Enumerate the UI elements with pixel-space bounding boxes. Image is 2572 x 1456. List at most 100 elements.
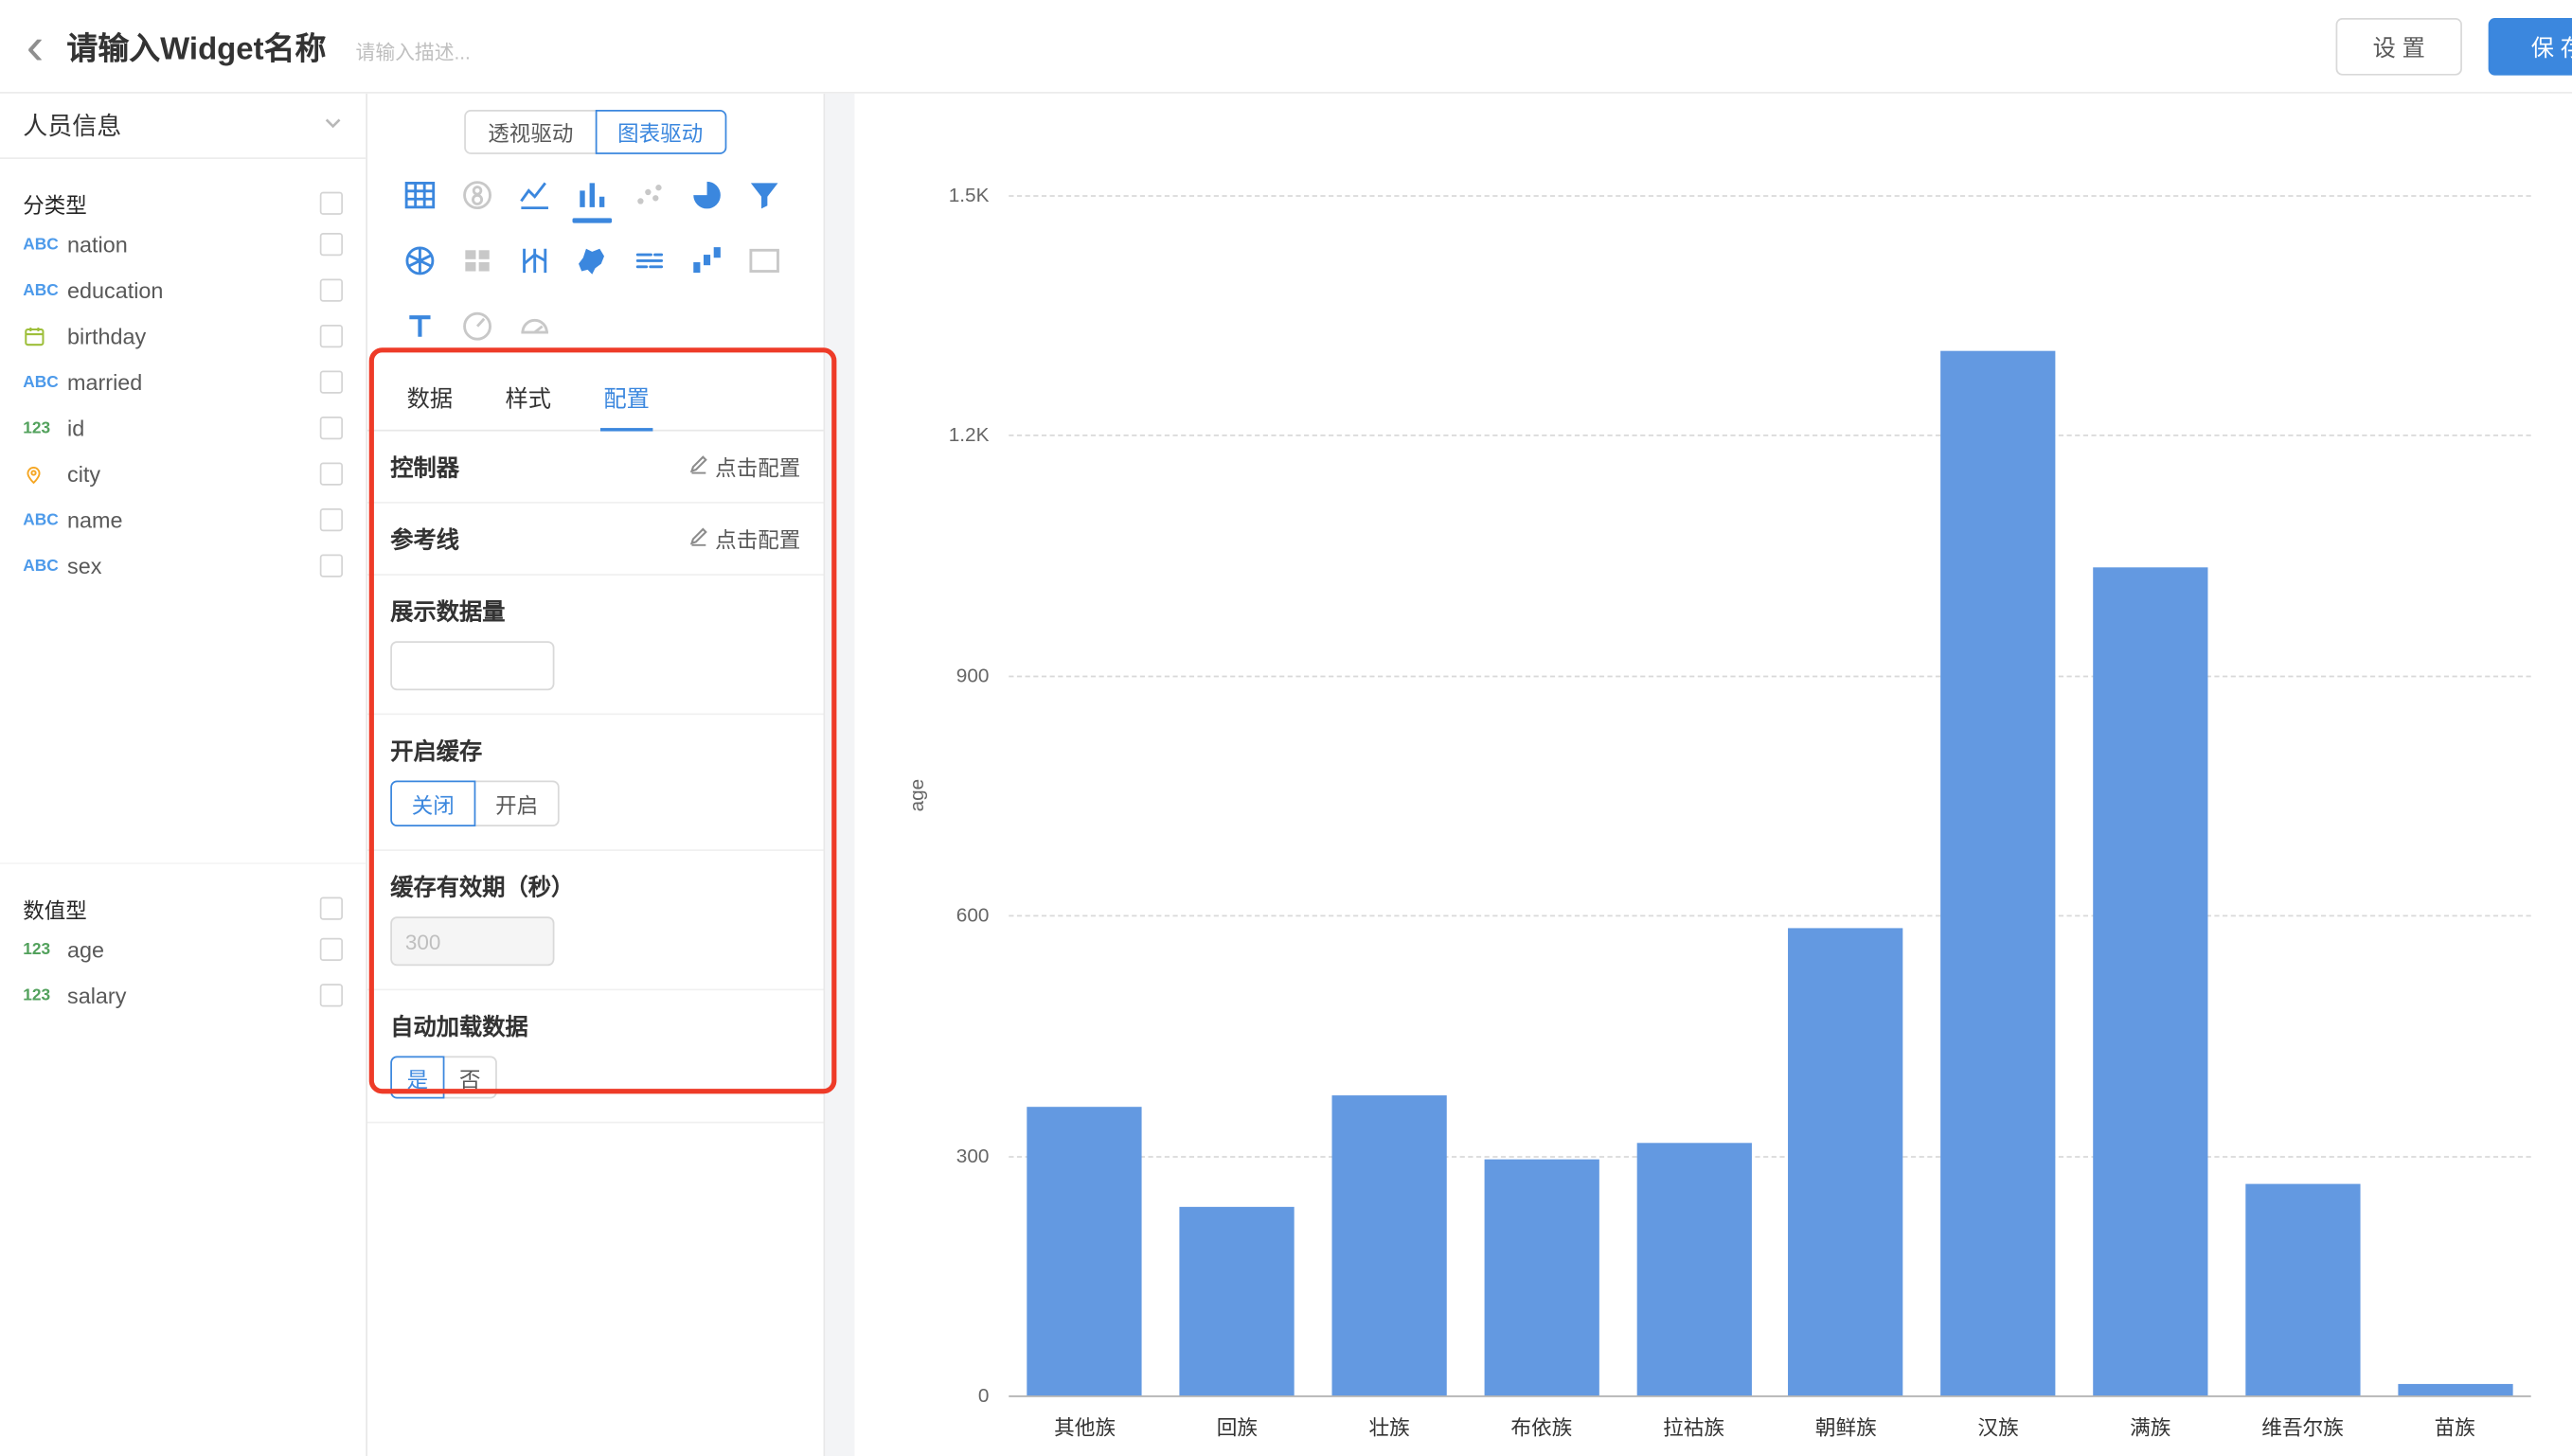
- scatter-chart-icon[interactable]: [630, 174, 670, 217]
- cache-label: 开启缓存: [390, 735, 800, 768]
- autoload-yes-button[interactable]: 是: [390, 1056, 444, 1098]
- field-id[interactable]: 123id: [0, 405, 366, 451]
- china-map-icon[interactable]: [573, 240, 613, 282]
- back-icon[interactable]: ‹: [27, 20, 44, 72]
- waterfall-chart-icon[interactable]: [688, 240, 727, 282]
- string-type-badge: ABC: [23, 373, 67, 391]
- display-count-section: 展示数据量: [367, 576, 824, 715]
- reference-line-row: 参考线 点击配置: [367, 504, 824, 576]
- bar: [1180, 1207, 1295, 1395]
- y-axis-tick-label: 300: [867, 1144, 989, 1166]
- y-axis-tick-label: 900: [867, 664, 989, 686]
- field-checkbox[interactable]: [320, 278, 343, 301]
- radar-chart-icon[interactable]: [401, 240, 440, 282]
- pivot-driven-toggle[interactable]: 透视驱动: [465, 110, 597, 154]
- parallel-chart-icon[interactable]: [515, 240, 555, 282]
- field-name[interactable]: ABCname: [0, 497, 366, 542]
- field-checkbox[interactable]: [320, 984, 343, 1006]
- field-group-label: 分类型: [23, 187, 87, 219]
- y-axis-tick-label: 1.5K: [867, 184, 989, 206]
- tab-config[interactable]: 配置: [578, 367, 676, 430]
- controller-configure-link[interactable]: 点击配置: [688, 451, 800, 482]
- field-age[interactable]: 123age: [0, 927, 366, 972]
- field-nation[interactable]: ABCnation: [0, 222, 366, 267]
- field-salary[interactable]: 123salary: [0, 972, 366, 1019]
- controller-configure-text: 点击配置: [715, 451, 800, 482]
- bar: [1484, 1160, 1599, 1395]
- x-axis-category-label: 壮族: [1313, 1411, 1466, 1442]
- field-checkbox[interactable]: [320, 938, 343, 961]
- line-chart-icon[interactable]: [515, 174, 555, 217]
- pie-chart-icon[interactable]: [688, 174, 727, 217]
- gauge-icon[interactable]: [457, 305, 497, 347]
- field-sex[interactable]: ABCsex: [0, 542, 366, 588]
- display-count-label: 展示数据量: [390, 595, 800, 629]
- field-checkbox[interactable]: [320, 370, 343, 393]
- string-type-badge: ABC: [23, 557, 67, 575]
- save-button[interactable]: 保 存: [2489, 18, 2572, 76]
- field-name: birthday: [67, 324, 320, 348]
- blocks-grid-icon[interactable]: [457, 240, 497, 282]
- cache-on-button[interactable]: 开启: [474, 780, 560, 826]
- x-axis-category-label: 汉族: [1922, 1411, 2075, 1442]
- speedometer-icon[interactable]: [515, 305, 555, 347]
- chart-driven-toggle[interactable]: 图表驱动: [595, 110, 726, 154]
- field-name: city: [67, 462, 320, 487]
- controller-label: 控制器: [390, 450, 459, 483]
- bar: [2398, 1383, 2512, 1395]
- field-city[interactable]: city: [0, 451, 366, 496]
- x-axis-category-label: 回族: [1161, 1411, 1313, 1442]
- tab-style[interactable]: 样式: [479, 367, 578, 430]
- field-married[interactable]: ABCmarried: [0, 359, 366, 404]
- reference-line-label: 参考线: [390, 523, 459, 556]
- field-checkbox[interactable]: [320, 554, 343, 577]
- field-name: name: [67, 507, 320, 532]
- sidebar-groups: 分类型ABCnationABCeducationbirthdayABCmarri…: [0, 186, 366, 1019]
- tab-data[interactable]: 数据: [381, 367, 479, 430]
- field-group-header: 数值型: [0, 891, 366, 927]
- gridline: [1009, 195, 2530, 197]
- edit-icon: [688, 526, 708, 551]
- bar: [1789, 928, 1903, 1395]
- wordcloud-icon[interactable]: [630, 240, 670, 282]
- field-education[interactable]: ABCeducation: [0, 267, 366, 312]
- field-name: sex: [67, 554, 320, 578]
- reference-line-configure-link[interactable]: 点击配置: [688, 524, 800, 555]
- bar: [2093, 567, 2207, 1395]
- chart-config-panel: 透视驱动图表驱动 数据样式配置 控制器 点击配置 参考线 点击: [367, 94, 825, 1456]
- field-group: 数值型123age123salary: [0, 862, 366, 1019]
- gridline: [1009, 1155, 2530, 1157]
- field-checkbox[interactable]: [320, 508, 343, 531]
- display-count-input[interactable]: [390, 641, 554, 690]
- widget-description-input[interactable]: 请输入描述...: [356, 27, 471, 65]
- funnel-chart-icon[interactable]: [744, 174, 784, 217]
- fields-sidebar: 人员信息 分类型ABCnationABCeducationbirthdayABC…: [0, 94, 367, 1456]
- settings-button[interactable]: 设 置: [2336, 18, 2462, 76]
- group-checkbox[interactable]: [320, 192, 343, 215]
- controller-row: 控制器 点击配置: [367, 432, 824, 504]
- autoload-no-button[interactable]: 否: [443, 1056, 497, 1098]
- bar: [2245, 1183, 2360, 1395]
- field-checkbox[interactable]: [320, 233, 343, 256]
- edit-icon: [688, 454, 708, 479]
- bar-chart-icon[interactable]: [573, 174, 613, 217]
- widget-title-input[interactable]: 请输入Widget名称: [66, 24, 326, 68]
- field-checkbox[interactable]: [320, 417, 343, 439]
- text-icon[interactable]: [401, 305, 440, 347]
- field-name: married: [67, 370, 320, 395]
- string-type-badge: ABC: [23, 511, 67, 529]
- chevron-down-icon: [323, 112, 343, 139]
- field-checkbox[interactable]: [320, 325, 343, 347]
- view-selector[interactable]: 人员信息: [0, 94, 366, 159]
- table-icon[interactable]: [401, 174, 440, 217]
- y-axis-tick-label: 1.2K: [867, 424, 989, 447]
- field-birthday[interactable]: birthday: [0, 313, 366, 359]
- group-checkbox[interactable]: [320, 897, 343, 919]
- iframe-icon[interactable]: [744, 240, 784, 282]
- field-name: nation: [67, 232, 320, 257]
- cache-expire-label: 缓存有效期（秒）: [390, 871, 800, 904]
- cache-off-button[interactable]: 关闭: [390, 780, 475, 826]
- cache-expire-input[interactable]: [390, 916, 554, 966]
- scorecard-icon[interactable]: [457, 174, 497, 217]
- field-checkbox[interactable]: [320, 462, 343, 485]
